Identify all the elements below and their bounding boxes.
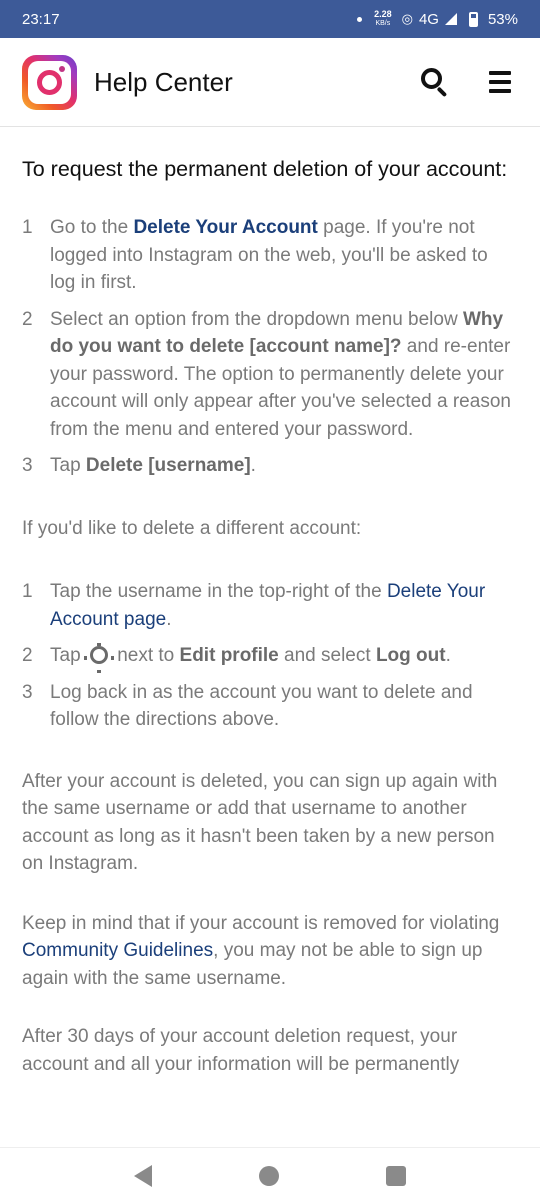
- delete-username-label: Delete [username]: [85, 455, 251, 476]
- step-text: Tap Delete [username].: [50, 455, 256, 476]
- battery-icon: [468, 11, 478, 27]
- gear-icon: [89, 643, 108, 673]
- status-time: 23:17: [22, 10, 60, 28]
- intro-heading: To request the permanent deletion of you…: [22, 157, 508, 181]
- delete-your-account-link[interactable]: Delete Your Account: [133, 217, 317, 238]
- recents-square-icon[interactable]: [386, 1166, 407, 1186]
- after-deleted-paragraph: After your account is deleted, you can s…: [22, 770, 498, 875]
- hotspot-icon: ◎: [401, 11, 413, 26]
- list-item: 2 Tap next to Edit profile and select Lo…: [22, 642, 518, 673]
- home-circle-icon[interactable]: [258, 1166, 279, 1186]
- step-number: 1: [22, 217, 33, 238]
- step-number: 3: [22, 681, 33, 703]
- signal-icon: [444, 13, 457, 25]
- keep-in-mind-paragraph: Keep in mind that if your account is rem…: [22, 912, 500, 989]
- search-icon: [421, 68, 442, 89]
- step-text: Tap the username in the top-right of the…: [50, 581, 486, 630]
- network-speed-value: 2.28: [374, 9, 392, 19]
- different-account-heading: If you'd like to delete a different acco…: [22, 517, 362, 539]
- edit-profile-label: Edit profile: [179, 645, 279, 666]
- after-30-days-paragraph: After 30 days of your account deletion r…: [22, 1026, 460, 1075]
- system-nav-bar: [0, 1147, 540, 1204]
- network-type: 4G: [418, 10, 439, 28]
- page-title[interactable]: Help Center: [94, 67, 418, 98]
- step-number: 3: [22, 455, 33, 476]
- step-number: 1: [22, 581, 33, 602]
- list-item: 3 Tap Delete [username].: [22, 452, 518, 480]
- status-bar: 23:17 2.28 KB/s ◎ 4G 53%: [0, 0, 540, 38]
- step-number: 2: [22, 645, 33, 666]
- network-speed: 2.28 KB/s: [374, 10, 392, 28]
- network-speed-unit: KB/s: [375, 20, 391, 27]
- step-text: Tap next to Edit profile and select Log …: [50, 643, 451, 673]
- back-triangle-icon[interactable]: [133, 1165, 152, 1187]
- instagram-logo-icon[interactable]: [22, 54, 77, 110]
- hamburger-menu-icon: [489, 71, 511, 75]
- community-guidelines-link[interactable]: Community Guidelines: [22, 940, 213, 961]
- step-number: 2: [22, 308, 33, 330]
- list-item: 3 Log back in as the account you want to…: [22, 679, 518, 734]
- step-text: Log back in as the account you want to d…: [50, 681, 473, 731]
- search-button[interactable]: [418, 64, 454, 100]
- battery-percent: 53%: [487, 10, 518, 28]
- menu-button[interactable]: [482, 64, 518, 100]
- list-item: 2 Select an option from the dropdown men…: [22, 306, 518, 444]
- step-text: Go to the Delete Your Account page. If y…: [50, 217, 488, 293]
- app-header: Help Center: [0, 38, 540, 127]
- deletion-steps: 1 Go to the Delete Your Account page. If…: [22, 214, 518, 480]
- article-content: To request the permanent deletion of you…: [0, 127, 540, 1147]
- list-item: 1 Tap the username in the top-right of t…: [22, 578, 518, 633]
- status-icons: 2.28 KB/s ◎ 4G 53%: [357, 10, 518, 28]
- list-item: 1 Go to the Delete Your Account page. If…: [22, 214, 518, 297]
- step-text: Select an option from the dropdown menu …: [50, 308, 511, 440]
- notification-dot-icon: [357, 16, 363, 22]
- different-account-steps: 1 Tap the username in the top-right of t…: [22, 578, 518, 734]
- log-out-label: Log out: [375, 645, 446, 666]
